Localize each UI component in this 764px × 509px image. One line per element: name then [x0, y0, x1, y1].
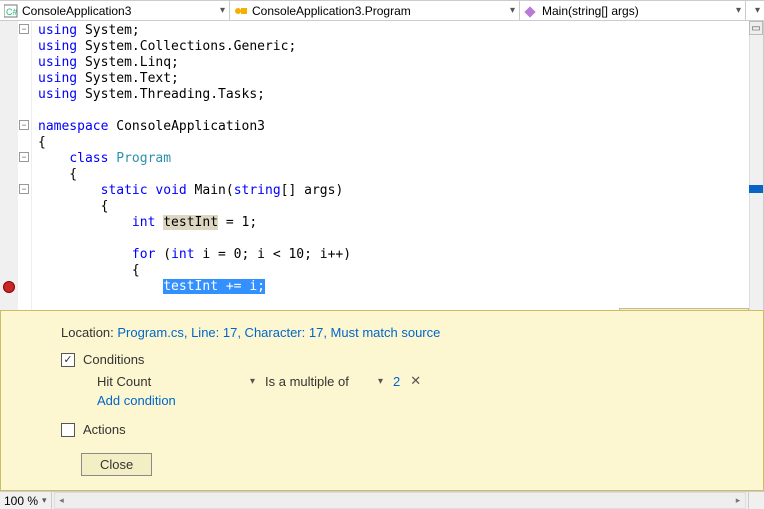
member-dropdown[interactable]: Main(string[] args) ▾ [520, 1, 746, 20]
nav-overflow[interactable]: ▾ [746, 1, 764, 20]
zoom-dropdown[interactable]: 100 % ▾ [0, 492, 52, 509]
class-icon [234, 4, 248, 18]
caret-marker [749, 185, 764, 193]
scope-label: ConsoleApplication3 [22, 4, 131, 18]
condition-value[interactable]: 2 [393, 374, 400, 389]
type-dropdown[interactable]: ConsoleApplication3.Program ▾ [230, 1, 520, 20]
navigation-bar: C# ConsoleApplication3 ▾ ConsoleApplicat… [0, 0, 764, 21]
condition-type-label: Hit Count [97, 374, 151, 389]
chevron-down-icon: ▾ [378, 376, 383, 387]
chevron-down-icon: ▾ [220, 5, 225, 16]
method-icon [524, 4, 538, 18]
zoom-label: 100 % [4, 494, 38, 508]
add-condition-link[interactable]: Add condition [61, 393, 743, 408]
breakpoint-location: Location: Program.cs, Line: 17, Characte… [61, 325, 743, 340]
chevron-down-icon: ▾ [755, 5, 760, 16]
condition-editor: Hit Count ▾ Is a multiple of ▾ 2 ✕ [61, 373, 743, 389]
type-label: ConsoleApplication3.Program [252, 4, 411, 18]
collapse-toggle[interactable]: − [19, 184, 29, 194]
collapse-toggle[interactable]: − [19, 24, 29, 34]
location-label: Location: [61, 325, 114, 340]
breakpoint-marker[interactable] [3, 281, 15, 293]
collapse-toggle[interactable]: − [19, 152, 29, 162]
scroll-left-icon[interactable]: ◂ [55, 495, 69, 506]
condition-op-label: Is a multiple of [265, 374, 349, 389]
condition-op-dropdown[interactable]: Is a multiple of ▾ [265, 374, 383, 389]
actions-row: Actions [61, 422, 743, 437]
chevron-down-icon: ▾ [250, 376, 255, 387]
csharp-icon: C# [4, 4, 18, 18]
remove-condition-icon[interactable]: ✕ [410, 373, 421, 389]
chevron-down-icon: ▾ [510, 5, 515, 16]
close-button[interactable]: Close [81, 453, 152, 476]
breakpoint-settings-panel: Location: Program.cs, Line: 17, Characte… [0, 310, 764, 491]
actions-checkbox[interactable] [61, 423, 75, 437]
conditions-checkbox[interactable]: ✓ [61, 353, 75, 367]
status-bar: 100 % ▾ ◂ ▸ [0, 491, 764, 509]
svg-text:C#: C# [6, 7, 18, 17]
location-link[interactable]: Program.cs, Line: 17, Character: 17, Mus… [117, 325, 440, 340]
collapse-toggle[interactable]: − [19, 120, 29, 130]
conditions-row: ✓ Conditions [61, 352, 743, 367]
conditions-label: Conditions [83, 352, 144, 367]
code-editor: − − − − using System; using System.Colle… [0, 21, 764, 310]
code-text[interactable]: using System; using System.Collections.G… [32, 21, 763, 310]
actions-label: Actions [83, 422, 126, 437]
breakpoint-settings-tab: Breakpoint Settings ✕ [619, 308, 749, 310]
outline-gutter[interactable]: − − − − [18, 21, 32, 310]
split-button[interactable]: ▭ [749, 21, 763, 35]
member-label: Main(string[] args) [542, 4, 639, 18]
scroll-tracker[interactable]: ▭ [749, 21, 763, 310]
horizontal-scrollbar[interactable]: ◂ ▸ [54, 492, 746, 509]
chevron-down-icon: ▾ [736, 5, 741, 16]
scrollbar-corner [748, 492, 764, 509]
breakpoint-gutter[interactable] [0, 21, 18, 310]
chevron-down-icon: ▾ [42, 495, 47, 506]
scroll-right-icon[interactable]: ▸ [731, 495, 745, 506]
scope-dropdown[interactable]: C# ConsoleApplication3 ▾ [0, 1, 230, 20]
condition-type-dropdown[interactable]: Hit Count ▾ [97, 374, 255, 389]
